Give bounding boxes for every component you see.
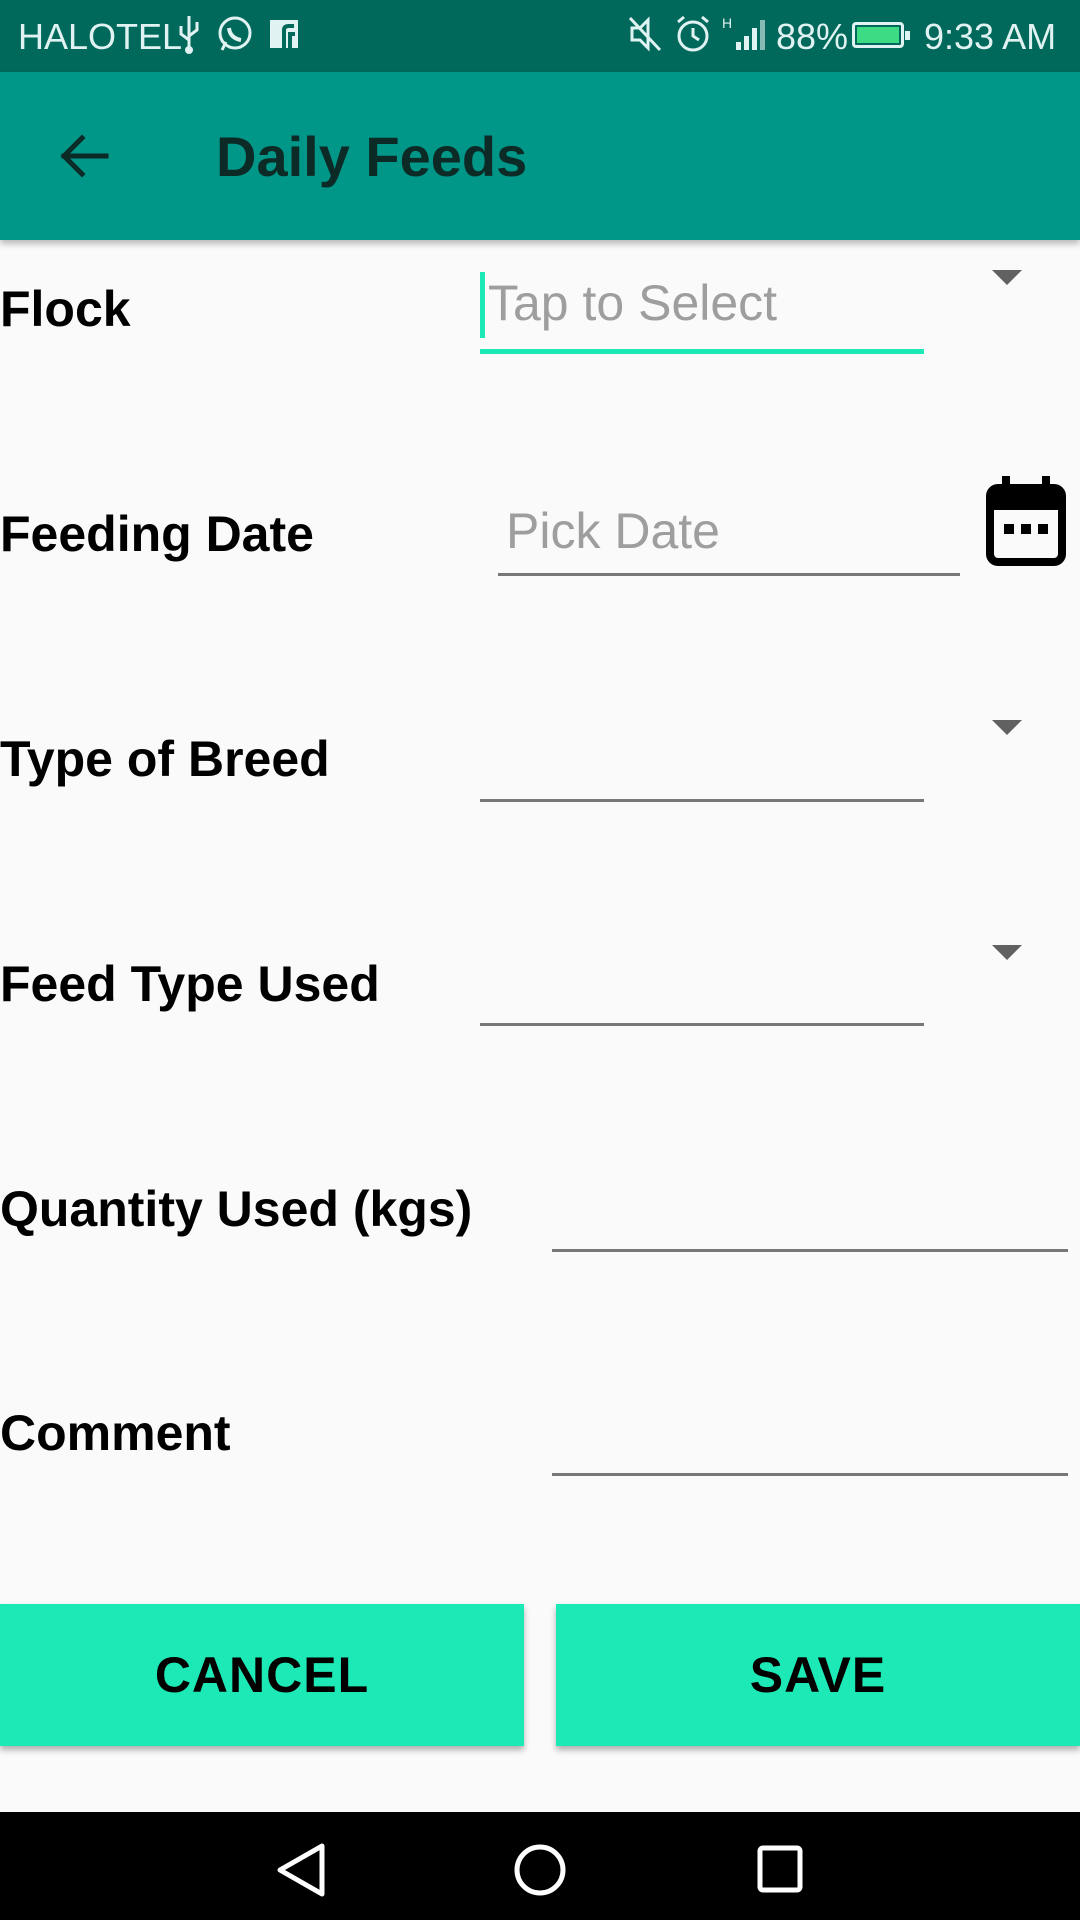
comment-input[interactable]	[552, 1394, 1068, 1476]
status-bar: HALOTEL H 88% 9:33 AM	[0, 0, 1080, 72]
usb-icon	[179, 16, 199, 54]
feeding-date-label: Feeding Date	[0, 506, 314, 562]
cancel-button[interactable]: CANCEL	[0, 1604, 524, 1746]
facebook-icon	[270, 20, 298, 48]
text-cursor	[480, 272, 485, 338]
nav-recents-icon[interactable]	[756, 1842, 804, 1898]
feed-type-dropdown-arrow-icon[interactable]	[992, 945, 1022, 960]
nav-back-icon[interactable]	[272, 1842, 332, 1898]
comment-label: Comment	[0, 1405, 231, 1461]
save-button[interactable]: SAVE	[556, 1604, 1080, 1746]
calendar-icon[interactable]	[986, 474, 1066, 566]
signal-icon: H	[722, 15, 765, 50]
svg-text:H: H	[722, 15, 732, 31]
mute-icon	[628, 16, 662, 52]
battery-percent: 88%	[776, 16, 849, 57]
flock-placeholder: Tap to Select	[488, 275, 778, 331]
flock-select[interactable]: Tap to Select	[480, 268, 924, 354]
alarm-icon	[677, 15, 709, 52]
flock-dropdown-arrow-icon[interactable]	[992, 270, 1022, 285]
nav-home-icon[interactable]	[512, 1842, 568, 1898]
quantity-label: Quantity Used (kgs)	[0, 1181, 473, 1237]
breed-dropdown-arrow-icon[interactable]	[992, 720, 1022, 735]
breed-select[interactable]	[480, 720, 924, 802]
carrier-name: HALOTEL	[18, 16, 183, 57]
system-nav-bar	[0, 1812, 1080, 1920]
clock: 9:33 AM	[924, 16, 1057, 57]
breed-label: Type of Breed	[0, 731, 330, 787]
battery-icon	[852, 22, 910, 48]
feed-type-select[interactable]	[480, 944, 924, 1026]
whatsapp-icon	[218, 16, 252, 51]
feeding-date-placeholder: Pick Date	[506, 503, 720, 559]
flock-label: Flock	[0, 281, 131, 337]
back-arrow-icon[interactable]	[54, 126, 114, 186]
app-bar: Daily Feeds	[0, 72, 1080, 240]
quantity-input[interactable]	[552, 1170, 1068, 1252]
page-title: Daily Feeds	[216, 125, 528, 188]
feeding-date-field[interactable]: Pick Date	[498, 496, 960, 576]
feed-type-label: Feed Type Used	[0, 956, 380, 1012]
